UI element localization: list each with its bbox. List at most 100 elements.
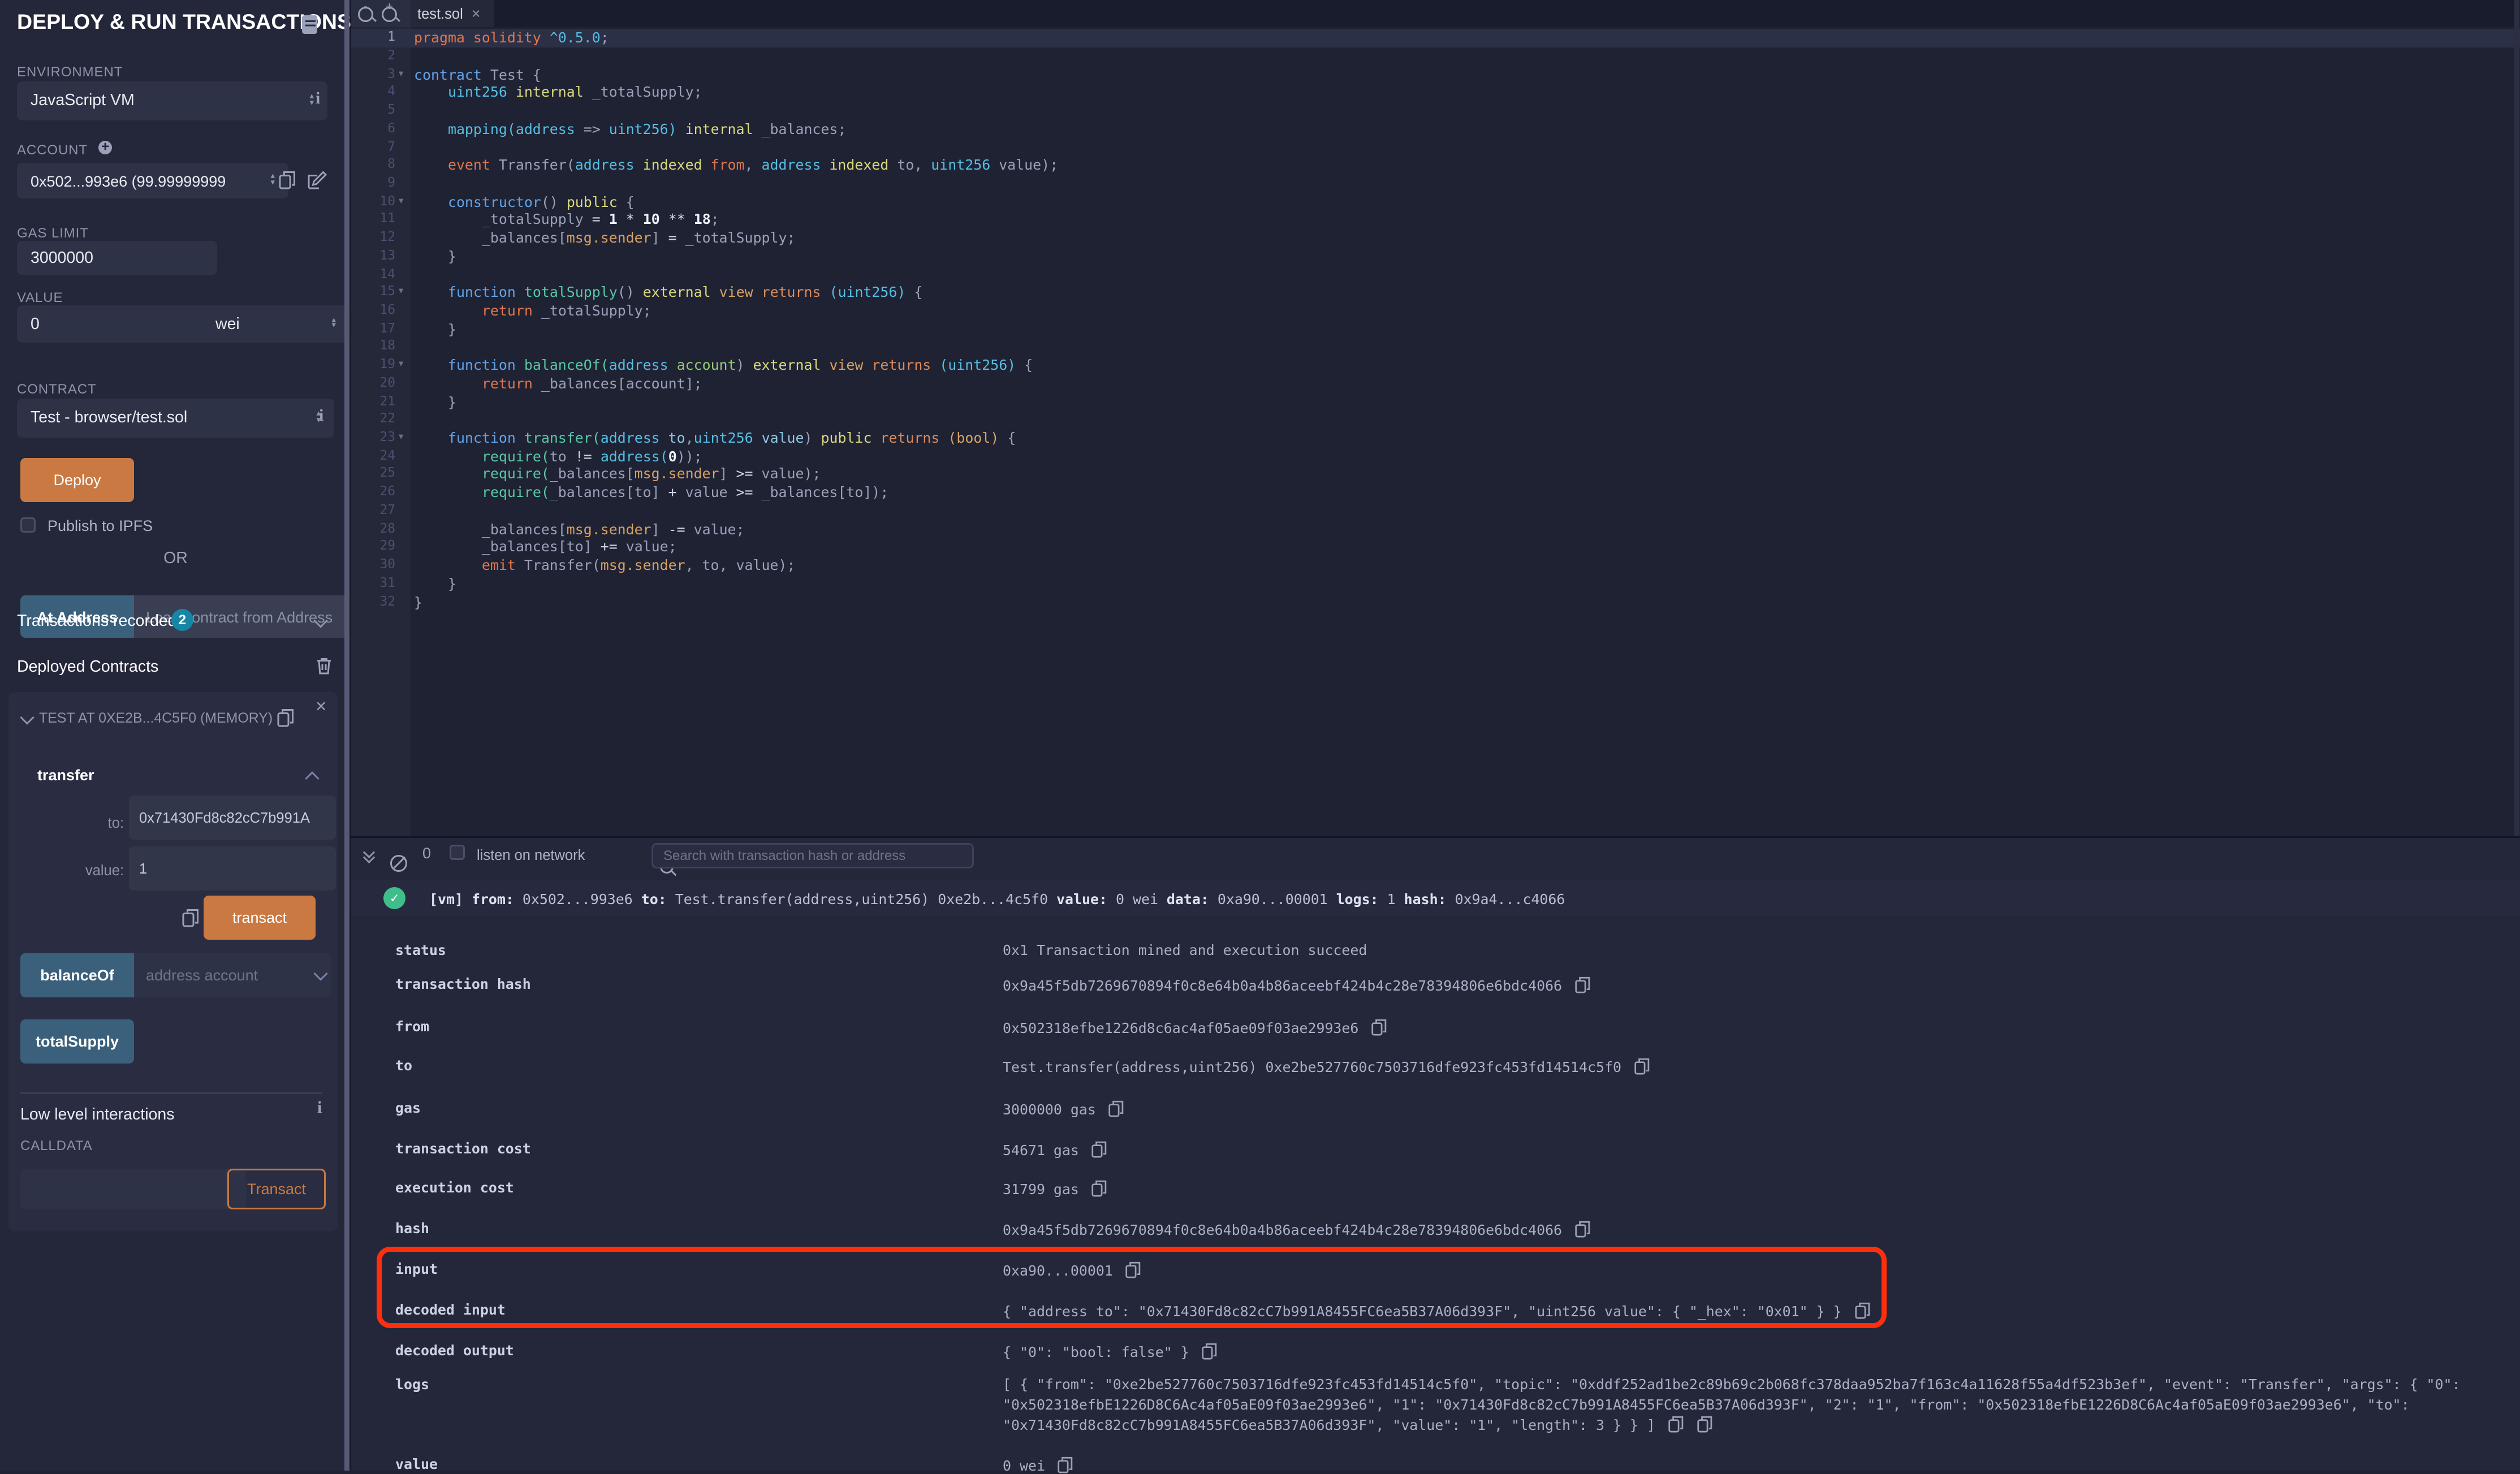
ipfs-checkbox[interactable] xyxy=(20,517,36,533)
code-line: constructor() public { xyxy=(414,193,635,211)
terminal-row-label: to xyxy=(395,1057,412,1074)
terminal-row-value: 54671 gas xyxy=(1003,1140,1108,1159)
copy-instance-icon[interactable] xyxy=(277,707,295,728)
fold-caret-icon[interactable]: ▾ xyxy=(399,284,403,302)
contract-select[interactable]: Test - browser/test.sol ▴▾ xyxy=(17,399,334,438)
code-line: emit Transfer(msg.sender, to, value); xyxy=(414,556,795,574)
editor-zoom-controls: - + xyxy=(351,0,411,27)
copy-icon[interactable] xyxy=(1696,1415,1713,1434)
deploy-button[interactable]: Deploy xyxy=(20,458,134,502)
transfer-value-input[interactable]: 1 xyxy=(129,846,336,891)
instance-collapse-icon[interactable] xyxy=(20,710,34,724)
copy-params-icon[interactable] xyxy=(182,907,200,928)
line-number: 5 xyxy=(351,102,395,120)
code-line: _balances[msg.sender] = _totalSupply; xyxy=(414,229,795,247)
balanceof-arg-input[interactable]: address account xyxy=(134,953,331,997)
clear-terminal-icon[interactable] xyxy=(390,855,407,872)
code-line: function totalSupply() external view ret… xyxy=(414,284,922,302)
copy-account-icon[interactable] xyxy=(278,170,297,190)
fold-caret-icon[interactable]: ▾ xyxy=(399,66,403,84)
account-select[interactable]: 0x502...993e6 (99.99999999 ▴▾ xyxy=(17,163,288,198)
transactions-count-badge: 2 xyxy=(171,609,193,631)
zoom-in-icon[interactable]: + xyxy=(382,6,397,21)
code-line: } xyxy=(414,593,422,611)
line-number: 31 xyxy=(351,574,395,593)
code-line: return _totalSupply; xyxy=(414,302,651,320)
deployed-contracts-label: Deployed Contracts xyxy=(17,658,158,677)
current-line-highlight xyxy=(351,29,2520,47)
copy-icon[interactable] xyxy=(1057,1455,1074,1474)
terminal-expand-icon[interactable] xyxy=(365,848,373,861)
copy-icon[interactable] xyxy=(1091,1179,1108,1198)
instance-title: TEST AT 0XE2B...4C5F0 (MEMORY) xyxy=(39,709,273,726)
copy-icon[interactable] xyxy=(1633,1057,1650,1075)
transfer-collapse-icon[interactable] xyxy=(305,771,319,785)
code-line: return _balances[account]; xyxy=(414,375,702,393)
copy-icon[interactable] xyxy=(1091,1140,1108,1159)
fold-caret-icon[interactable]: ▾ xyxy=(399,356,403,374)
tab-testsol[interactable]: test.sol × xyxy=(411,0,494,27)
transfer-fn-label: transfer xyxy=(37,767,94,784)
transact-button[interactable]: transact xyxy=(204,896,316,940)
add-account-icon[interactable]: + xyxy=(98,141,112,154)
edit-account-icon[interactable] xyxy=(307,170,327,190)
line-number: 30 xyxy=(351,556,395,574)
copy-icon[interactable] xyxy=(1108,1099,1125,1118)
environment-info-icon[interactable]: i xyxy=(316,90,320,109)
balanceof-button[interactable]: balanceOf xyxy=(20,953,134,997)
environment-label: ENVIRONMENT xyxy=(17,64,123,80)
line-number: 29 xyxy=(351,538,395,556)
zoom-out-icon[interactable]: - xyxy=(358,6,373,21)
terminal-row-value: 0x502318efbe1226d8c6ac4af05ae09f03ae2993… xyxy=(1003,1018,1387,1036)
copy-icon[interactable] xyxy=(1574,1220,1591,1238)
code-line: } xyxy=(414,393,456,411)
line-number: 20 xyxy=(351,375,395,393)
copy-icon[interactable] xyxy=(1370,1018,1387,1036)
copy-icon[interactable] xyxy=(1201,1342,1218,1360)
calldata-input[interactable] xyxy=(20,1169,246,1209)
line-number: 8 xyxy=(351,157,395,175)
line-number: 15 xyxy=(351,284,395,302)
line-number: 17 xyxy=(351,320,395,338)
listen-checkbox[interactable] xyxy=(450,845,465,860)
value-unit-select[interactable]: wei ▴▾ xyxy=(202,305,349,343)
close-instance-icon[interactable]: × xyxy=(316,699,326,717)
copy-icon[interactable] xyxy=(1854,1301,1871,1320)
docs-icon[interactable] xyxy=(302,15,317,34)
copy-icon[interactable] xyxy=(1574,975,1591,994)
terminal-row-label: decoded output xyxy=(395,1342,514,1359)
terminal-row-value: 3000000 gas xyxy=(1003,1099,1125,1118)
terminal-search-input[interactable]: Search with transaction hash or address xyxy=(651,843,974,868)
copy-icon[interactable] xyxy=(1667,1415,1684,1434)
contract-info-icon[interactable]: i xyxy=(319,407,323,426)
transfer-to-label: to: xyxy=(59,814,124,831)
fold-caret-icon[interactable]: ▾ xyxy=(399,429,403,447)
terminal-row-value: [ { "from": "0xe2be527760c7503716dfe923f… xyxy=(1003,1376,2461,1393)
account-label: ACCOUNT xyxy=(17,142,88,158)
terminal-row-value: 0xa90...00001 xyxy=(1003,1260,1142,1279)
environment-select[interactable]: JavaScript VM ▴▾ xyxy=(17,81,327,120)
terminal-row-value: { "address to": "0x71430Fd8c82cC7b991A84… xyxy=(1003,1301,1871,1320)
low-level-transact-button[interactable]: Transact xyxy=(227,1169,326,1209)
panel-scrollbar[interactable] xyxy=(344,0,349,1471)
editor-scrollbar[interactable] xyxy=(2514,0,2519,836)
line-number: 14 xyxy=(351,266,395,284)
gas-limit-input[interactable]: 3000000 xyxy=(17,241,217,275)
code-line: } xyxy=(414,320,456,338)
tab-close-icon[interactable]: × xyxy=(472,5,481,22)
value-label: VALUE xyxy=(17,290,63,305)
trash-icon[interactable] xyxy=(316,656,333,675)
line-number: 23 xyxy=(351,429,395,447)
terminal-badge: 0 xyxy=(422,845,431,862)
low-level-info-icon[interactable]: i xyxy=(317,1099,322,1118)
totalsupply-button[interactable]: totalSupply xyxy=(20,1019,134,1064)
fold-caret-icon[interactable]: ▾ xyxy=(399,193,403,211)
code-line: _balances[msg.sender] -= value; xyxy=(414,520,745,538)
code-line: pragma solidity ^0.5.0; xyxy=(414,29,609,47)
line-number: 18 xyxy=(351,338,395,356)
tx-summary-text: [vm] from: 0x502...993e6 to: Test.transf… xyxy=(429,891,1565,907)
copy-icon[interactable] xyxy=(1125,1260,1142,1279)
transfer-to-input[interactable]: 0x71430Fd8c82cC7b991A xyxy=(129,796,336,840)
value-input[interactable]: 0 xyxy=(17,305,217,343)
terminal-row-label: transaction cost xyxy=(395,1140,531,1157)
